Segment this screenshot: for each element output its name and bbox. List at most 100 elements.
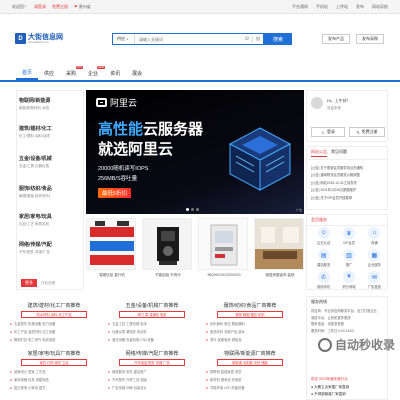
rec-line[interactable]: ● 汽车配件 汽修工具 轮胎 <box>104 377 200 382</box>
product-card[interactable]: 节能起始 外壳可 <box>142 218 194 278</box>
rec-line[interactable]: ● 仪器仪表 紧固件 传动件 <box>104 329 200 334</box>
rec-line[interactable]: ● 化工产品 金属材料 加工设备 <box>6 329 102 334</box>
rec-bar[interactable]: 汽车用品 配件 传媒 广告 <box>119 359 185 366</box>
notice-item[interactable]: [公告] 网站2015-12-31之前发布 <box>311 180 383 185</box>
rec-line[interactable]: ● 网络服务 软件 建站推广 <box>104 369 200 374</box>
category-item[interactable]: 服饰/纺织/食品 鞋帽/服装 纺织/布料 <box>19 185 83 199</box>
camera-icon[interactable]: ⊙ <box>242 36 252 42</box>
top-link-upload[interactable]: 上传站 <box>336 4 348 10</box>
top-link-notice[interactable]: 平台通知 <box>292 4 308 10</box>
user-welcome: 欢迎来到 <box>327 106 341 110</box>
top-bar: 欢迎您！ 请登录 免费注册 ⚑ 贵州省 平台通知 手机站 上传站 发布 网站导航 <box>0 0 400 14</box>
top-link-publish[interactable]: 发布 <box>356 4 364 10</box>
info-hot-link[interactable]: 供应 2015年度年度行业 <box>311 377 348 382</box>
product-card[interactable]: 雅居房屋装饰 装修 <box>254 218 306 278</box>
post-product-button[interactable]: 发布产品 <box>322 34 350 44</box>
rec-line[interactable]: ● 新材料 锂电池 充电桩 <box>202 377 298 382</box>
nav-home[interactable]: 首页 <box>16 66 39 80</box>
site-logo[interactable]: D 大街信息网 www.dajieinfo.com <box>15 33 63 44</box>
location-selector[interactable]: ⚑ 贵州省 <box>74 4 91 10</box>
nav-company[interactable]: 企业 NEW <box>82 66 106 80</box>
search-button[interactable]: 搜索 <box>264 33 292 45</box>
carousel-dot[interactable] <box>186 208 189 211</box>
rec-title[interactable]: 家居/家电/玩具厂商推荐 <box>6 350 102 357</box>
rec-bar[interactable]: 阀门 泵 减速机 电机 <box>119 311 185 318</box>
search-add-button[interactable]: 加 <box>252 36 263 42</box>
info-hot-link[interactable]: ● 不锈钢管道厂家直销 <box>311 392 346 397</box>
rec-line[interactable]: ● 品牌设计 居家 工艺品 <box>6 369 102 374</box>
service-item[interactable]: ♛ VIP会员 <box>336 227 361 245</box>
notice-item[interactable]: [公告] 关于VIP会员开放推荐 <box>311 195 383 200</box>
rec-block: 网络/传媒/汽配厂商推荐 汽车用品 配件 传媒 广告 ● 网络服务 软件 建站推广… <box>104 350 200 390</box>
hero-banner[interactable]: 阿里云 高性能云服务器 就选阿里云 20000随机读写IOPS 256MB/S吞… <box>86 90 304 214</box>
carousel-dot[interactable] <box>196 208 199 211</box>
rec-line[interactable]: ● 照明灯具 电工电气 电线电缆 <box>6 337 102 342</box>
category-item[interactable]: 建筑/建材/化工 化工/塑料 涂料/油漆 <box>19 125 83 139</box>
product-card[interactable]: 猿猴饮品 直升机 <box>86 218 138 278</box>
service-item[interactable]: ▦ 企业服务 <box>362 249 387 267</box>
aliyun-logo-icon <box>96 98 107 107</box>
category-item[interactable]: 网络/传媒/汽配 汽车/配件 传媒/广告 <box>19 241 83 255</box>
rec-line[interactable]: ● 五金工具 工程机械 机床 <box>104 321 200 326</box>
service-item[interactable]: ▥ 推广 <box>336 249 361 267</box>
more-categories-button[interactable]: 更多 <box>21 279 37 287</box>
ad-label: 广告 <box>295 208 302 212</box>
rec-line[interactable]: ● 液压设备 包装机械 CNC设备 <box>104 337 200 342</box>
category-item[interactable]: 物联网/新能源 新能源/新材料 太阳 <box>19 97 83 111</box>
rec-bar[interactable]: 防水材料 涂料 化工产品 <box>21 311 87 318</box>
search-input[interactable] <box>135 34 242 44</box>
banner-deal-button[interactable]: 最低5折扣 <box>98 188 132 198</box>
service-item[interactable]: ☺ 企业认证 <box>311 227 336 245</box>
service-item[interactable]: ✆ 使用手机 <box>311 271 336 289</box>
register-link[interactable]: 免费注册 <box>52 4 68 10</box>
info-hot-link[interactable]: ● 大鹿主出家建厂家直销 <box>311 385 349 390</box>
top-link-mobile[interactable]: 手机站 <box>316 4 328 10</box>
product-image <box>142 218 192 270</box>
nav-news[interactable]: 资讯 <box>104 66 126 80</box>
rec-line[interactable]: ● 厨卫家电 小家电 园艺 <box>6 385 102 390</box>
nav-purchase[interactable]: 采购 HOT <box>60 66 84 80</box>
tab-notice[interactable]: 网站公告 <box>311 149 327 157</box>
nav-supply[interactable]: 供应 <box>38 66 60 80</box>
rec-bar[interactable]: 服饰 鞋帽 箱包 纺织 <box>217 311 283 318</box>
banner-spec-iops: 20000随机读写IOPS <box>98 166 149 172</box>
rec-line[interactable]: ● 广告传媒 印刷 包装设计 <box>104 385 200 390</box>
rec-title[interactable]: 建筑/建材/化工厂商推荐 <box>6 302 102 309</box>
product-image <box>86 218 136 270</box>
search-category-select[interactable]: 供应 ▾ <box>113 34 135 44</box>
doc-icon: ▤ <box>317 249 330 261</box>
rec-line[interactable]: ● 食品饮料 农副产品 酒水 <box>202 329 298 334</box>
rec-line[interactable]: ● 家用电器 玩具 母婴用品 <box>6 377 102 382</box>
notice-item[interactable]: [公告] 2021年1月26日数据维护 <box>311 187 383 192</box>
rec-line[interactable]: ● 物联网 智能家居 安防 <box>202 369 298 374</box>
notice-item[interactable]: [公告] 关于更新会员服务协议的通知 <box>311 165 383 170</box>
user-login-button[interactable]: ☺ 登录 <box>311 127 345 137</box>
category-item[interactable]: 家居/家电/玩具 礼品/工艺 家居用品 <box>19 213 83 227</box>
rec-block: 物联网/新能源厂商推荐 新能源 太阳能 光伏 储能 ● 物联网 智能家居 安防 ●… <box>202 350 298 390</box>
rec-title[interactable]: 五金/设备/机械厂商推荐 <box>104 302 200 309</box>
login-link[interactable]: 请登录 <box>34 4 46 10</box>
watermark: 自动秒收录 <box>318 336 395 353</box>
notice-item[interactable]: [公告] 通用物流会员服务价格调整 <box>311 172 383 177</box>
rec-title[interactable]: 服饰/纺织/食品厂商推荐 <box>202 302 298 309</box>
rec-bar[interactable]: 家具 灯饰 家纺 卫浴 <box>21 359 87 366</box>
rec-bar[interactable]: 新能源 太阳能 光伏 储能 <box>217 359 283 366</box>
service-item[interactable]: ✉ 广告投放 <box>362 271 387 289</box>
tab-faq[interactable]: 常见问题 <box>331 149 347 157</box>
user-register-button[interactable]: ✎ 免费注册 <box>349 127 385 137</box>
rec-line[interactable]: ● 节能环保 LED 风能设备 <box>202 385 298 390</box>
rec-line[interactable]: ● 五金配件 机械设备 电力设备 <box>6 321 102 326</box>
post-buy-button[interactable]: 发布采购 <box>356 34 384 44</box>
nav-exhibition[interactable]: 展会 <box>126 66 148 80</box>
carousel-dot[interactable] <box>191 208 194 211</box>
rec-title[interactable]: 物联网/新能源厂商推荐 <box>202 350 298 357</box>
top-link-sitemap[interactable]: 网站导航 <box>372 4 388 10</box>
rec-title[interactable]: 网络/传媒/汽配厂商推荐 <box>104 350 200 357</box>
rec-line[interactable]: ● 茶叶 保健食品 调味品 <box>202 337 298 342</box>
rec-line[interactable]: ● 纺织面料 家纺 服装辅料 <box>202 321 298 326</box>
category-item[interactable]: 五金/设备/机械 五金/工具 仪器仪表 <box>19 155 83 169</box>
service-item[interactable]: ⌂ 商铺 <box>362 227 387 245</box>
service-item[interactable]: ¥ 积分商城 <box>336 271 361 289</box>
service-item[interactable]: ▤ 建站服务 <box>311 249 336 267</box>
product-card[interactable]: 56DH0019G0200015 <box>198 218 250 277</box>
